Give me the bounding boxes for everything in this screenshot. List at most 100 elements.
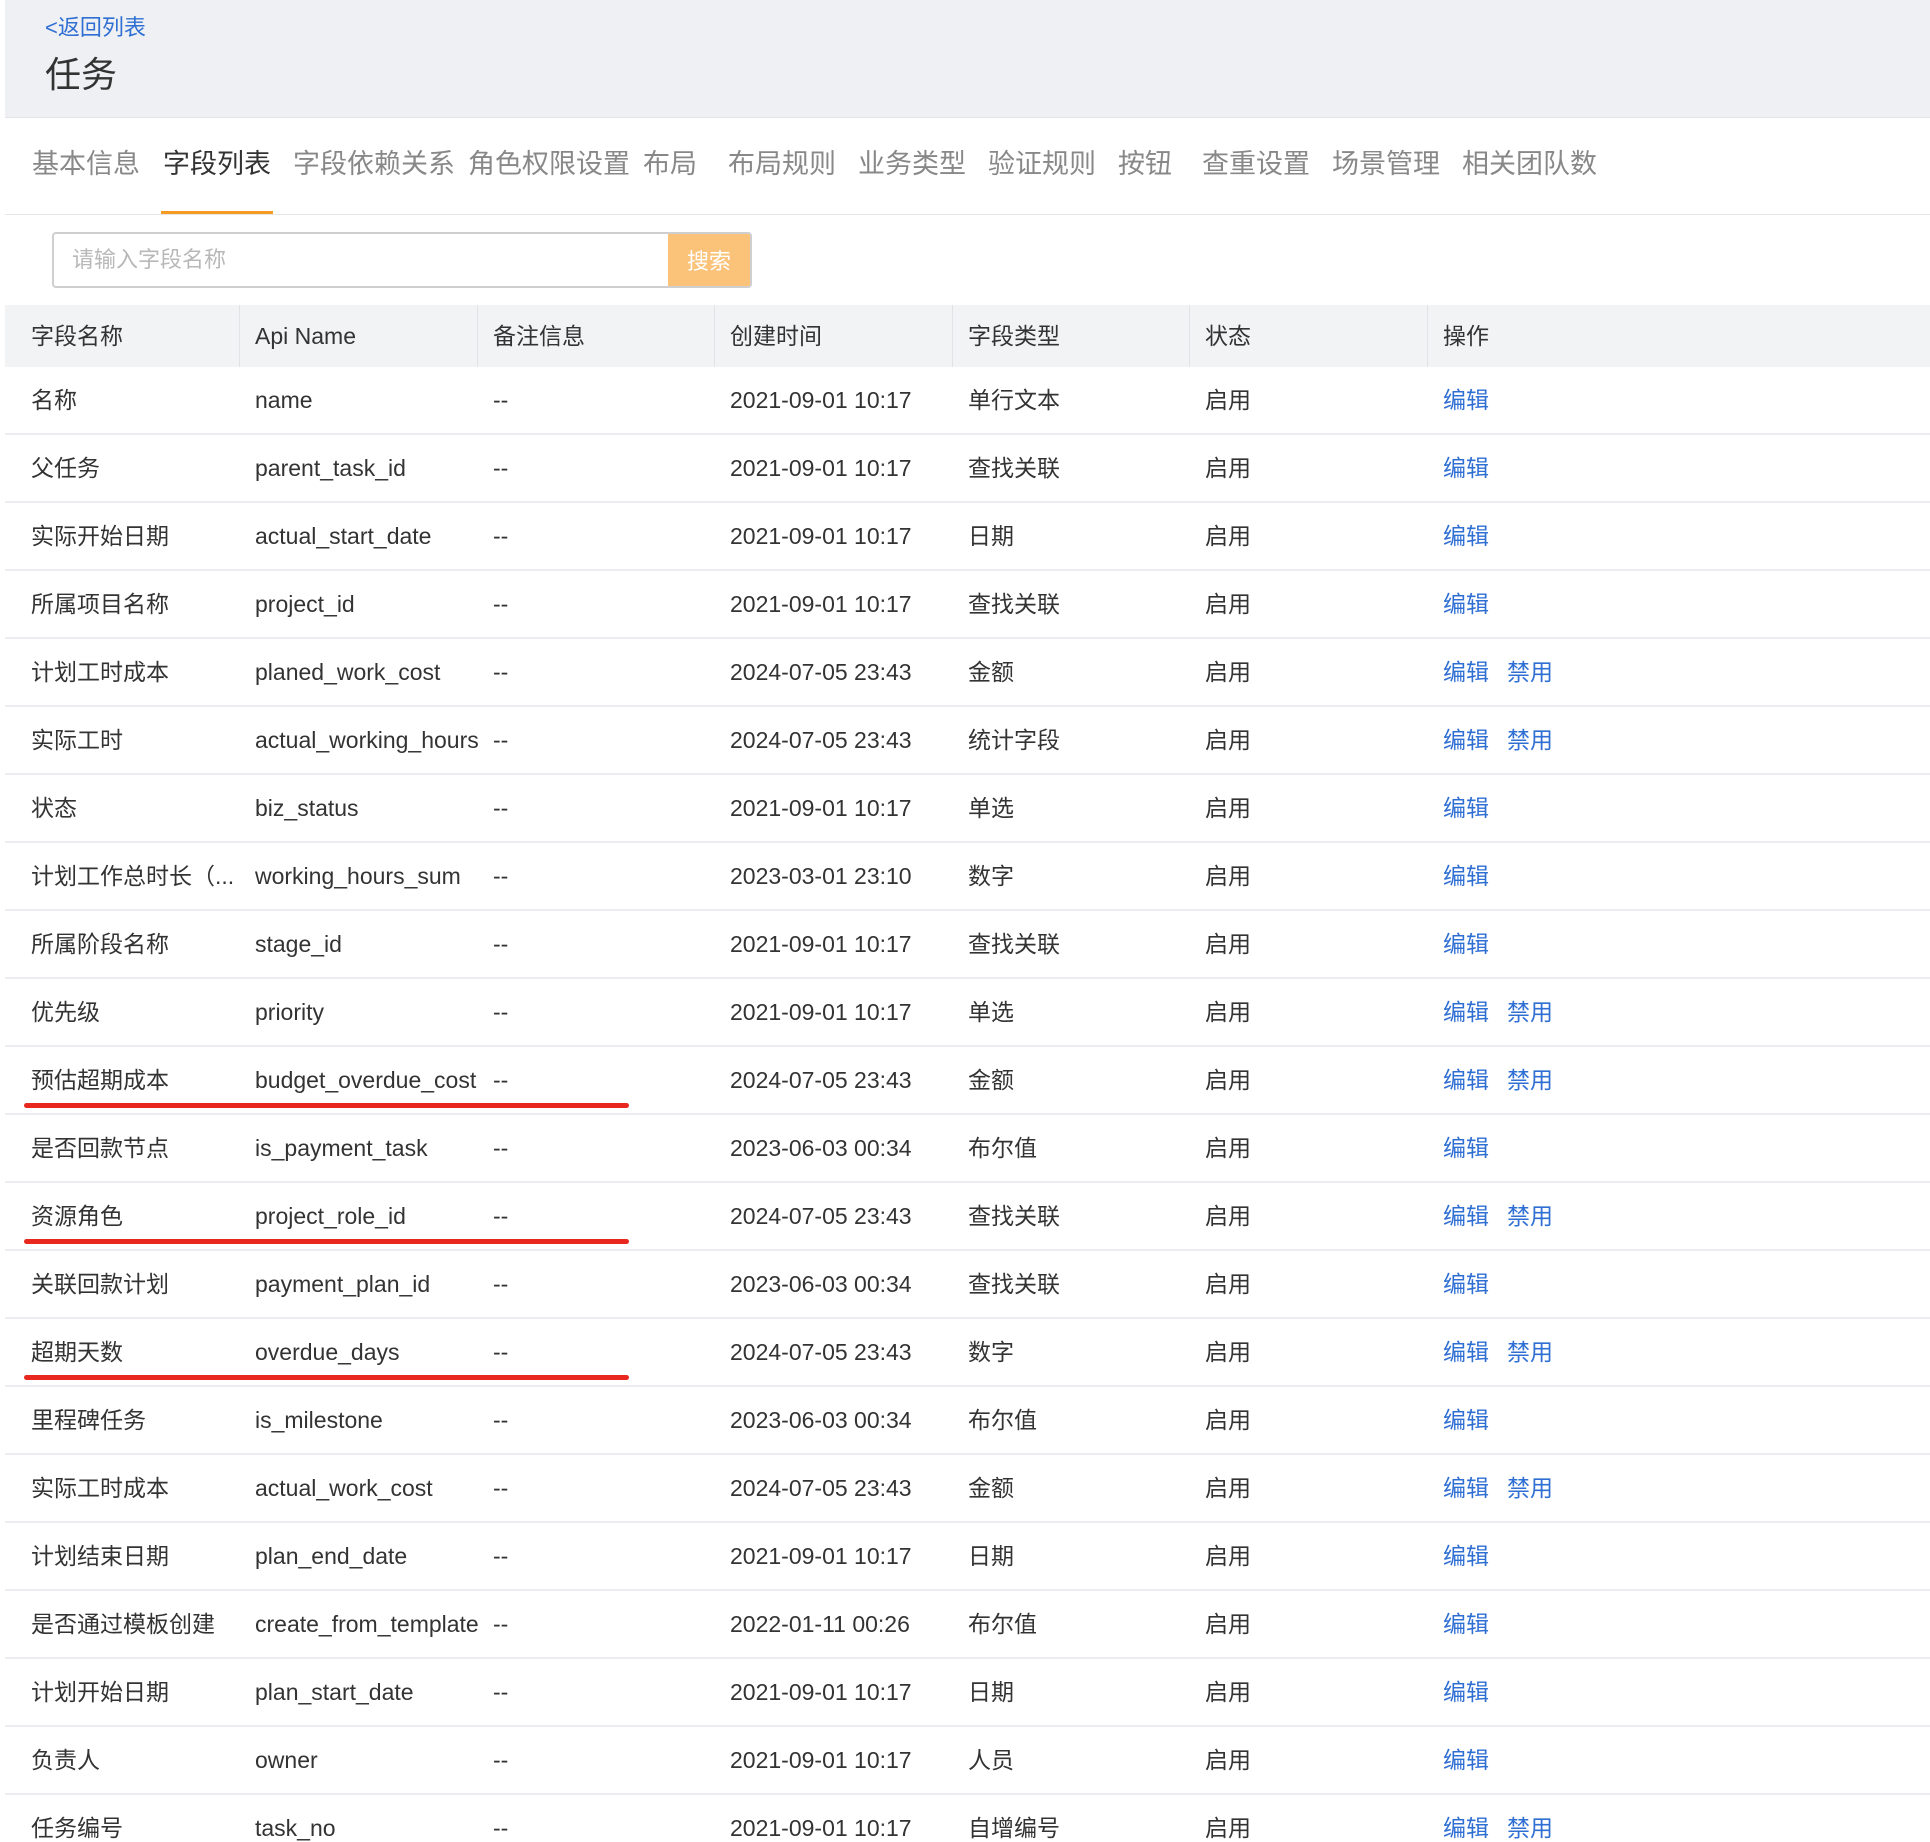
cell-api-name: create_from_template xyxy=(255,1611,479,1637)
cell-api-name: biz_status xyxy=(255,795,359,821)
column-header-api-name: Api Name xyxy=(255,323,356,349)
column-header-created-time: 创建时间 xyxy=(730,323,822,349)
table-row: 是否回款节点 is_payment_task -- 2023-06-03 00:34 布… xyxy=(5,1115,1930,1183)
disable-link[interactable]: 禁用 xyxy=(1507,1455,1553,1521)
table-row: 超期天数 overdue_days -- 2024-07-05 23:43 数字 启用 编辑… xyxy=(5,1319,1930,1387)
edit-link[interactable]: 编辑 xyxy=(1443,1183,1489,1249)
cell-created-time: 2021-09-01 10:17 xyxy=(730,1815,912,1841)
cell-field-name: 实际工时成本 xyxy=(31,1475,169,1501)
cell-field-name: 优先级 xyxy=(31,999,100,1025)
cell-api-name: actual_start_date xyxy=(255,523,432,549)
edit-link[interactable]: 编辑 xyxy=(1443,639,1489,705)
tab-2[interactable]: 字段列表 xyxy=(161,118,273,214)
edit-link[interactable]: 编辑 xyxy=(1443,1727,1489,1793)
search-box: 搜索 xyxy=(52,232,752,288)
cell-field-type: 数字 xyxy=(968,1339,1014,1365)
cell-field-type: 查找关联 xyxy=(968,591,1060,617)
cell-created-time: 2021-09-01 10:17 xyxy=(730,1679,912,1705)
column-divider xyxy=(952,305,953,367)
disable-link[interactable]: 禁用 xyxy=(1507,979,1553,1045)
search-button[interactable]: 搜索 xyxy=(668,234,750,286)
cell-created-time: 2023-03-01 23:10 xyxy=(730,863,912,889)
cell-field-type: 布尔值 xyxy=(968,1611,1037,1637)
disable-link[interactable]: 禁用 xyxy=(1507,1795,1553,1842)
tab-12[interactable]: 相关团队数 xyxy=(1462,118,1597,214)
column-divider xyxy=(1427,305,1428,367)
edit-link[interactable]: 编辑 xyxy=(1443,571,1489,637)
cell-field-type: 人员 xyxy=(968,1747,1014,1773)
cell-status: 启用 xyxy=(1205,1611,1251,1637)
edit-link[interactable]: 编辑 xyxy=(1443,1319,1489,1385)
cell-remark: -- xyxy=(493,1271,509,1297)
tab-5[interactable]: 布局 xyxy=(643,118,697,214)
cell-field-name: 实际开始日期 xyxy=(31,523,169,549)
cell-api-name: is_milestone xyxy=(255,1407,383,1433)
edit-link[interactable]: 编辑 xyxy=(1443,1795,1489,1842)
cell-status: 启用 xyxy=(1205,1271,1251,1297)
cell-status: 启用 xyxy=(1205,1203,1251,1229)
table-header: 字段名称 Api Name 备注信息 创建时间 字段类型 状态 操作 xyxy=(5,305,1930,367)
edit-link[interactable]: 编辑 xyxy=(1443,1591,1489,1657)
search-input[interactable] xyxy=(54,234,670,286)
cell-status: 启用 xyxy=(1205,931,1251,957)
tab-1[interactable]: 基本信息 xyxy=(32,118,140,214)
edit-link[interactable]: 编辑 xyxy=(1443,843,1489,909)
cell-api-name: plan_end_date xyxy=(255,1543,408,1569)
table-row: 优先级 priority -- 2021-09-01 10:17 单选 启用 编辑 禁用 xyxy=(5,979,1930,1047)
tab-11[interactable]: 场景管理 xyxy=(1332,118,1440,214)
highlight-underline xyxy=(24,1103,629,1108)
edit-link[interactable]: 编辑 xyxy=(1443,1115,1489,1181)
edit-link[interactable]: 编辑 xyxy=(1443,503,1489,569)
tab-8[interactable]: 验证规则 xyxy=(988,118,1096,214)
cell-field-type: 统计字段 xyxy=(968,727,1060,753)
edit-link[interactable]: 编辑 xyxy=(1443,1047,1489,1113)
cell-field-type: 日期 xyxy=(968,1543,1014,1569)
edit-link[interactable]: 编辑 xyxy=(1443,1251,1489,1317)
edit-link[interactable]: 编辑 xyxy=(1443,911,1489,977)
page-title: 任务 xyxy=(45,54,118,95)
disable-link[interactable]: 禁用 xyxy=(1507,639,1553,705)
table-row: 是否通过模板创建 create_from_template -- 2022-01-11… xyxy=(5,1591,1930,1659)
cell-api-name: project_id xyxy=(255,591,355,617)
table-row: 所属阶段名称 stage_id -- 2021-09-01 10:17 查找关联 启用 编辑 xyxy=(5,911,1930,979)
disable-link[interactable]: 禁用 xyxy=(1507,707,1553,773)
cell-remark: -- xyxy=(493,1747,509,1773)
cell-remark: -- xyxy=(493,1543,509,1569)
tab-9[interactable]: 按钮 xyxy=(1118,118,1172,214)
tab-7[interactable]: 业务类型 xyxy=(858,118,966,214)
disable-link[interactable]: 禁用 xyxy=(1507,1047,1553,1113)
tab-3[interactable]: 字段依赖关系 xyxy=(293,118,455,214)
cell-field-name: 是否通过模板创建 xyxy=(31,1611,215,1637)
edit-link[interactable]: 编辑 xyxy=(1443,367,1489,433)
cell-api-name: is_payment_task xyxy=(255,1135,428,1161)
edit-link[interactable]: 编辑 xyxy=(1443,1659,1489,1725)
cell-remark: -- xyxy=(493,659,509,685)
cell-status: 启用 xyxy=(1205,523,1251,549)
cell-status: 启用 xyxy=(1205,387,1251,413)
cell-field-name: 任务编号 xyxy=(31,1815,123,1841)
cell-status: 启用 xyxy=(1205,1475,1251,1501)
back-to-list-link[interactable]: <返回列表 xyxy=(45,10,146,42)
cell-remark: -- xyxy=(493,387,509,413)
cell-status: 启用 xyxy=(1205,795,1251,821)
cell-remark: -- xyxy=(493,1815,509,1841)
tab-10[interactable]: 查重设置 xyxy=(1202,118,1310,214)
edit-link[interactable]: 编辑 xyxy=(1443,1523,1489,1589)
disable-link[interactable]: 禁用 xyxy=(1507,1183,1553,1249)
tab-6[interactable]: 布局规则 xyxy=(728,118,836,214)
disable-link[interactable]: 禁用 xyxy=(1507,1319,1553,1385)
cell-created-time: 2024-07-05 23:43 xyxy=(730,727,912,753)
edit-link[interactable]: 编辑 xyxy=(1443,435,1489,501)
edit-link[interactable]: 编辑 xyxy=(1443,1387,1489,1453)
edit-link[interactable]: 编辑 xyxy=(1443,979,1489,1045)
edit-link[interactable]: 编辑 xyxy=(1443,775,1489,841)
column-header-remark: 备注信息 xyxy=(493,323,585,349)
cell-field-name: 是否回款节点 xyxy=(31,1135,169,1161)
cell-field-name: 名称 xyxy=(31,387,77,413)
cell-field-name: 计划开始日期 xyxy=(31,1679,169,1705)
table-row: 名称 name -- 2021-09-01 10:17 单行文本 启用 编辑 xyxy=(5,367,1930,435)
edit-link[interactable]: 编辑 xyxy=(1443,1455,1489,1521)
edit-link[interactable]: 编辑 xyxy=(1443,707,1489,773)
tab-4[interactable]: 角色权限设置 xyxy=(468,118,630,214)
cell-created-time: 2024-07-05 23:43 xyxy=(730,659,912,685)
